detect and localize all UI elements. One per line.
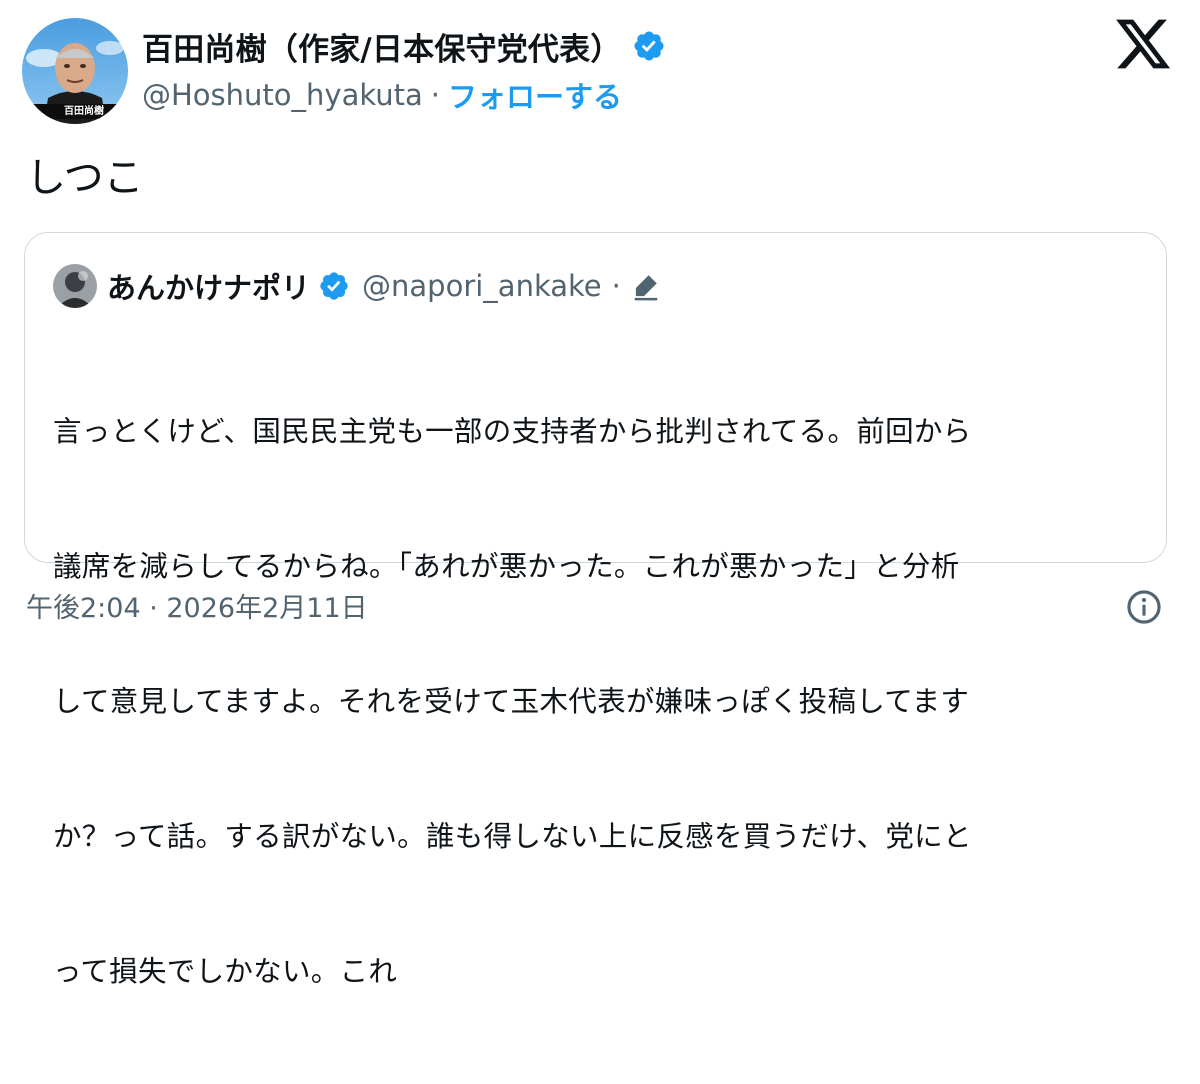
tweet-text: しつこ bbox=[26, 155, 144, 201]
quoted-tweet-card[interactable]: あんかけナポリ @napori_ankake · 言っとくけど、国民民主党も一部… bbox=[24, 232, 1167, 988]
x-logo-icon[interactable] bbox=[1113, 14, 1173, 74]
quoted-author-avatar[interactable] bbox=[53, 264, 97, 308]
author-name[interactable]: 百田尚樹（作家/日本保守党代表） bbox=[142, 24, 622, 69]
quoted-text-line: か？って話。する訳がない。誰も得しない上に反感を買うだけ、党にと bbox=[53, 820, 972, 853]
quoted-text-line: って損失でしかない。これ bbox=[53, 955, 398, 988]
quoted-author-name[interactable]: あんかけナポリ bbox=[107, 265, 310, 307]
quoted-text-line: して意見してますよ。それを受けて玉木代表が嫌味っぽく投稿してます bbox=[53, 685, 970, 718]
info-icon[interactable] bbox=[1125, 588, 1163, 626]
avatar-caption: 百田尚樹 bbox=[64, 106, 104, 117]
quoted-text-line: 言っとくけど、国民民主党も一部の支持者から批判されてる。前回から bbox=[53, 415, 972, 448]
author-handle[interactable]: @Hoshuto_hyakuta bbox=[142, 78, 423, 112]
author-name-row: 百田尚樹（作家/日本保守党代表） bbox=[142, 24, 666, 68]
follow-button[interactable]: フォローする bbox=[448, 74, 622, 116]
edit-pencil-icon bbox=[631, 271, 661, 301]
verified-badge-icon bbox=[632, 29, 666, 63]
separator-dot: · bbox=[430, 78, 440, 112]
author-handle-row: @Hoshuto_hyakuta · フォローする bbox=[142, 74, 622, 116]
quoted-text-line: 議席を減らしてるからね。「あれが悪かった。これが悪かった」と分析 bbox=[53, 550, 960, 583]
quoted-tweet-text: 言っとくけど、国民民主党も一部の支持者から批判されてる。前回から 議席を減らして… bbox=[53, 319, 1143, 1084]
quoted-tweet-header: あんかけナポリ @napori_ankake · bbox=[53, 263, 661, 309]
quoted-author-handle[interactable]: @napori_ankake bbox=[362, 269, 602, 303]
author-avatar[interactable]: 百田尚樹 bbox=[22, 18, 128, 124]
quoted-verified-badge-icon bbox=[318, 270, 350, 302]
tweet-timestamp[interactable]: 午後2:04 · 2026年2月11日 bbox=[26, 586, 368, 625]
quoted-separator-dot: · bbox=[611, 269, 621, 303]
